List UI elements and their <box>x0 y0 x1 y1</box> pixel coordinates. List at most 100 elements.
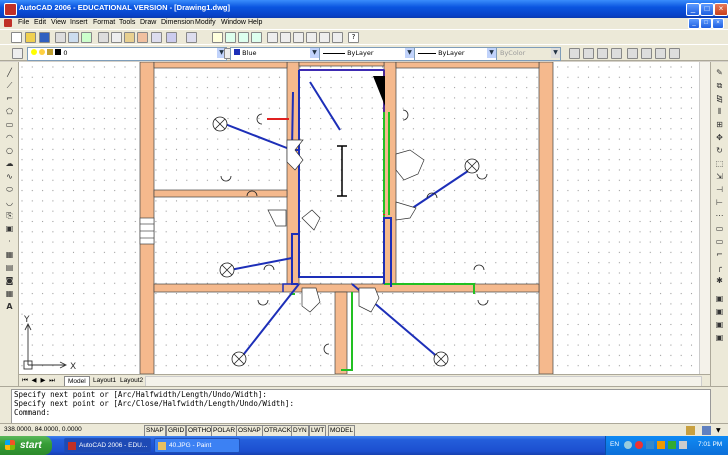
menu-insert[interactable]: Insert <box>70 19 88 26</box>
autocad-app-icon[interactable] <box>4 3 17 16</box>
break-at-point-icon[interactable]: ⋯ <box>715 211 724 220</box>
draworder-icon-1[interactable]: ▣ <box>715 294 724 303</box>
mirror-icon[interactable]: ⧎ <box>715 94 724 103</box>
multiline-text-icon[interactable]: A <box>5 302 14 311</box>
command-prompt[interactable]: Command: <box>14 408 710 417</box>
ellipse-icon[interactable]: ⬭ <box>5 185 14 194</box>
markup-icon[interactable] <box>319 32 330 43</box>
clock[interactable]: 7:01 PM <box>698 441 722 448</box>
toolbar-lock-icon[interactable] <box>702 426 711 435</box>
line-icon[interactable]: ╱ <box>5 68 14 77</box>
rotate-icon[interactable]: ↻ <box>715 146 724 155</box>
doc-close-button[interactable]: × <box>712 18 724 29</box>
draworder-icon-2[interactable]: ▣ <box>715 307 724 316</box>
erase-icon[interactable]: ✎ <box>715 68 724 77</box>
spline-icon[interactable]: ∿ <box>5 172 14 181</box>
document-icon[interactable] <box>4 19 12 27</box>
gradient-icon[interactable]: ▤ <box>5 263 14 272</box>
trim-icon[interactable]: ⊣ <box>715 185 724 194</box>
design-center-icon[interactable] <box>280 32 291 43</box>
tab-layout1[interactable]: Layout1 <box>90 376 119 385</box>
color-dropdown[interactable]: Blue ▼ <box>230 47 320 61</box>
menu-tools[interactable]: Tools <box>119 19 135 26</box>
tray-icon-3[interactable] <box>646 441 654 449</box>
save-icon[interactable] <box>39 32 50 43</box>
menu-view[interactable]: View <box>51 19 66 26</box>
undo-icon[interactable] <box>166 32 177 43</box>
help-icon[interactable]: ? <box>348 32 359 43</box>
styles-icon-1[interactable] <box>569 48 580 59</box>
array-icon[interactable]: ⊞ <box>715 120 724 129</box>
circle-icon[interactable]: ○ <box>5 146 14 155</box>
menu-dimension[interactable]: Dimension <box>161 19 194 26</box>
draworder-icon-3[interactable]: ▣ <box>715 320 724 329</box>
zoom-realtime-icon[interactable] <box>225 32 236 43</box>
region-icon[interactable]: ◙ <box>5 276 14 285</box>
tray-icon-1[interactable] <box>624 441 632 449</box>
status-menu-icon[interactable]: ▼ <box>716 427 721 434</box>
next-tab-icon[interactable]: ▶ <box>39 376 47 385</box>
tab-layout2[interactable]: Layout2 <box>117 376 146 385</box>
plotstyle-dropdown[interactable]: ByColor ▼ <box>496 47 561 61</box>
language-indicator[interactable]: EN <box>610 441 619 448</box>
menu-format[interactable]: Format <box>93 19 115 26</box>
fillet-icon[interactable]: ╭ <box>715 263 724 272</box>
last-tab-icon[interactable]: ⏭ <box>48 376 56 385</box>
tool-palettes-icon[interactable] <box>293 32 304 43</box>
minimize-button[interactable]: _ <box>686 3 700 16</box>
offset-icon[interactable]: ⫴ <box>715 107 724 116</box>
menu-help[interactable]: Help <box>248 19 262 26</box>
chamfer-icon[interactable]: ⌐ <box>715 250 724 259</box>
styles-icon-4[interactable] <box>611 48 622 59</box>
styles-icon-6[interactable] <box>641 48 652 59</box>
draworder-icon-4[interactable]: ▣ <box>715 333 724 342</box>
communication-center-icon[interactable] <box>686 426 695 435</box>
volume-icon[interactable] <box>679 441 687 449</box>
layer-manager-icon[interactable] <box>12 48 23 59</box>
menu-file[interactable]: File <box>18 19 29 26</box>
menu-draw[interactable]: Draw <box>140 19 156 26</box>
styles-icon-3[interactable] <box>597 48 608 59</box>
lineweight-dropdown[interactable]: ByLayer ▼ <box>414 47 497 61</box>
styles-icon-2[interactable] <box>583 48 594 59</box>
block-editor-icon[interactable] <box>151 32 162 43</box>
publish-icon[interactable] <box>81 32 92 43</box>
move-icon[interactable]: ✥ <box>715 133 724 142</box>
drawing-area[interactable]: Y X <box>19 62 710 374</box>
redo-icon[interactable] <box>186 32 197 43</box>
zoom-previous-icon[interactable] <box>251 32 262 43</box>
point-icon[interactable]: · <box>5 237 14 246</box>
arc-icon[interactable]: ◠ <box>5 133 14 142</box>
doc-minimize-button[interactable]: _ <box>688 18 700 29</box>
ellipse-arc-icon[interactable]: ◡ <box>5 198 14 207</box>
start-button[interactable]: start <box>0 436 52 455</box>
polyline-icon[interactable]: ⌐ <box>5 94 14 103</box>
vertical-scrollbar[interactable] <box>699 62 710 374</box>
explode-icon[interactable]: ✱ <box>715 276 724 285</box>
copy-icon[interactable] <box>111 32 122 43</box>
paste-icon[interactable] <box>124 32 135 43</box>
styles-icon-7[interactable] <box>655 48 666 59</box>
linetype-dropdown[interactable]: ByLayer ▼ <box>319 47 415 61</box>
command-history[interactable]: Specify next point or [Arc/Halfwidth/Len… <box>11 389 711 424</box>
menu-modify[interactable]: Modify <box>195 19 216 26</box>
make-block-icon[interactable]: ▣ <box>5 224 14 233</box>
match-properties-icon[interactable] <box>137 32 148 43</box>
plot-preview-icon[interactable] <box>68 32 79 43</box>
doc-restore-button[interactable]: □ <box>700 18 712 29</box>
task-autocad[interactable]: AutoCAD 2006 - EDU... <box>64 438 151 453</box>
extend-icon[interactable]: ⊢ <box>715 198 724 207</box>
hatch-icon[interactable]: ▦ <box>5 250 14 259</box>
table-icon[interactable]: ▦ <box>5 289 14 298</box>
prev-tab-icon[interactable]: ◀ <box>30 376 38 385</box>
tray-icon-5[interactable] <box>668 441 676 449</box>
first-tab-icon[interactable]: ⏮ <box>21 376 29 385</box>
copy-object-icon[interactable]: ⧉ <box>715 81 724 90</box>
zoom-window-icon[interactable] <box>238 32 249 43</box>
layer-dropdown[interactable]: 0 ▼ <box>27 47 227 61</box>
tray-icon-2[interactable] <box>635 441 643 449</box>
maximize-button[interactable]: □ <box>700 3 714 16</box>
insert-block-icon[interactable]: ⎘ <box>5 211 14 220</box>
styles-icon-5[interactable] <box>627 48 638 59</box>
rectangle-icon[interactable]: ▭ <box>5 120 14 129</box>
